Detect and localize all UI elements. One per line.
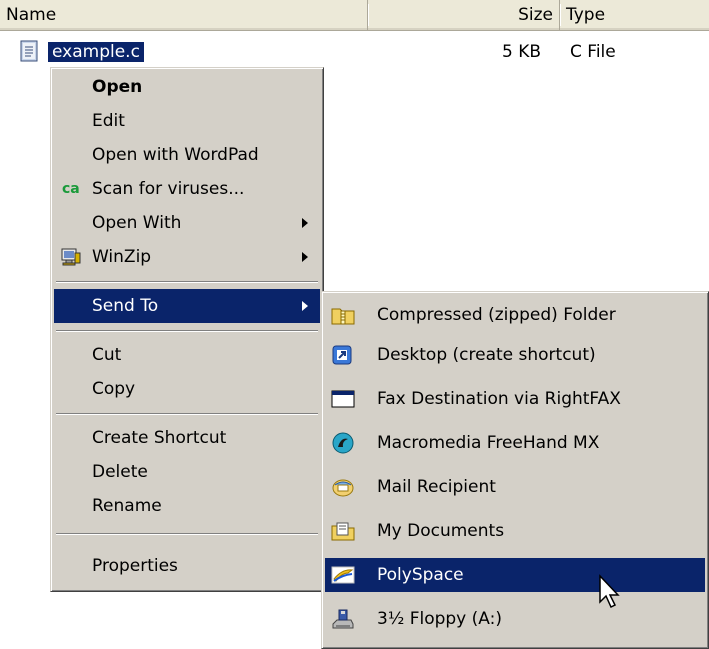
column-header-size[interactable]: Size — [368, 0, 561, 30]
send-to-polyspace-label: PolySpace — [377, 565, 464, 585]
menu-item-winzip-label: WinZip — [92, 247, 152, 267]
send-to-freehand-label: Macromedia FreeHand MX — [377, 433, 600, 453]
column-header-type[interactable]: Type — [560, 0, 709, 30]
menu-item-delete-label: Delete — [92, 462, 148, 482]
menu-item-edit-label: Edit — [92, 111, 125, 131]
menu-item-edit[interactable]: Edit — [54, 104, 320, 138]
menu-item-scan-label: Scan for viruses... — [92, 179, 245, 199]
column-header-bar: Name Size Type — [0, 0, 709, 31]
send-to-my-documents[interactable]: My Documents — [325, 514, 705, 548]
zipped-folder-icon — [331, 308, 355, 325]
floppy-drive-icon — [332, 609, 354, 629]
send-to-desktop-label: Desktop (create shortcut) — [377, 345, 596, 365]
send-to-polyspace[interactable]: PolySpace — [325, 558, 705, 592]
menu-item-properties[interactable]: Properties — [54, 549, 320, 583]
menu-separator — [56, 533, 318, 535]
mouse-pointer-icon — [599, 574, 620, 609]
menu-item-rename-label: Rename — [92, 496, 162, 516]
send-to-compressed-label: Compressed (zipped) Folder — [377, 305, 616, 325]
menu-item-scan-for-viruses[interactable]: ca Scan for viruses... — [54, 172, 320, 206]
menu-item-create-shortcut-label: Create Shortcut — [92, 428, 227, 448]
submenu-arrow-icon — [302, 252, 308, 262]
desktop-shortcut-icon — [332, 345, 352, 365]
menu-item-rename[interactable]: Rename — [54, 489, 320, 523]
menu-item-open-with-label: Open With — [92, 213, 182, 233]
send-to-documents-label: My Documents — [377, 521, 505, 541]
menu-item-cut-label: Cut — [92, 345, 122, 365]
fax-window-icon — [331, 390, 355, 408]
file-row[interactable]: example.c 5 KB C File — [0, 40, 709, 64]
menu-item-open-with-wordpad[interactable]: Open with WordPad — [54, 138, 320, 172]
menu-item-send-to-label: Send To — [92, 296, 159, 316]
menu-item-winzip[interactable]: WinZip — [54, 240, 320, 274]
submenu-arrow-icon — [302, 218, 308, 228]
my-documents-icon — [331, 522, 355, 541]
antivirus-icon: ca — [62, 181, 80, 197]
menu-item-properties-label: Properties — [92, 556, 178, 576]
menu-item-delete[interactable]: Delete — [54, 455, 320, 489]
freehand-icon — [332, 432, 354, 454]
menu-item-open-with-wordpad-label: Open with WordPad — [92, 145, 259, 165]
send-to-floppy-label: 3½ Floppy (A:) — [377, 609, 502, 629]
polyspace-icon — [331, 566, 355, 584]
menu-separator — [56, 330, 318, 332]
menu-item-open[interactable]: Open — [54, 70, 320, 104]
send-to-mail-recipient[interactable]: Mail Recipient — [325, 470, 705, 504]
menu-item-cut[interactable]: Cut — [54, 338, 320, 372]
file-size: 5 KB — [502, 42, 542, 62]
send-to-fax[interactable]: Fax Destination via RightFAX — [325, 382, 705, 416]
mail-recipient-icon — [332, 479, 354, 497]
send-to-fax-label: Fax Destination via RightFAX — [377, 389, 621, 409]
column-header-name[interactable]: Name — [0, 0, 369, 30]
menu-item-open-with[interactable]: Open With — [54, 206, 320, 240]
menu-item-copy-label: Copy — [92, 379, 136, 399]
menu-item-create-shortcut[interactable]: Create Shortcut — [54, 421, 320, 455]
send-to-compressed-folder[interactable]: Compressed (zipped) Folder — [325, 298, 705, 332]
submenu-arrow-icon — [302, 301, 308, 311]
menu-item-copy[interactable]: Copy — [54, 372, 320, 406]
send-to-submenu: Compressed (zipped) Folder Desktop (crea… — [321, 291, 709, 649]
file-type: C File — [570, 42, 616, 62]
send-to-freehand[interactable]: Macromedia FreeHand MX — [325, 426, 705, 460]
send-to-floppy[interactable]: 3½ Floppy (A:) — [325, 602, 705, 636]
file-name[interactable]: example.c — [48, 42, 144, 62]
menu-item-open-label: Open — [92, 77, 143, 97]
send-to-desktop[interactable]: Desktop (create shortcut) — [325, 338, 705, 372]
menu-separator — [56, 281, 318, 283]
send-to-mail-label: Mail Recipient — [377, 477, 496, 497]
menu-item-send-to[interactable]: Send To — [54, 289, 320, 323]
winzip-icon — [61, 248, 81, 266]
context-menu: Open Edit Open with WordPad ca Scan for … — [50, 67, 324, 592]
menu-separator — [56, 413, 318, 415]
c-file-icon — [20, 40, 38, 62]
